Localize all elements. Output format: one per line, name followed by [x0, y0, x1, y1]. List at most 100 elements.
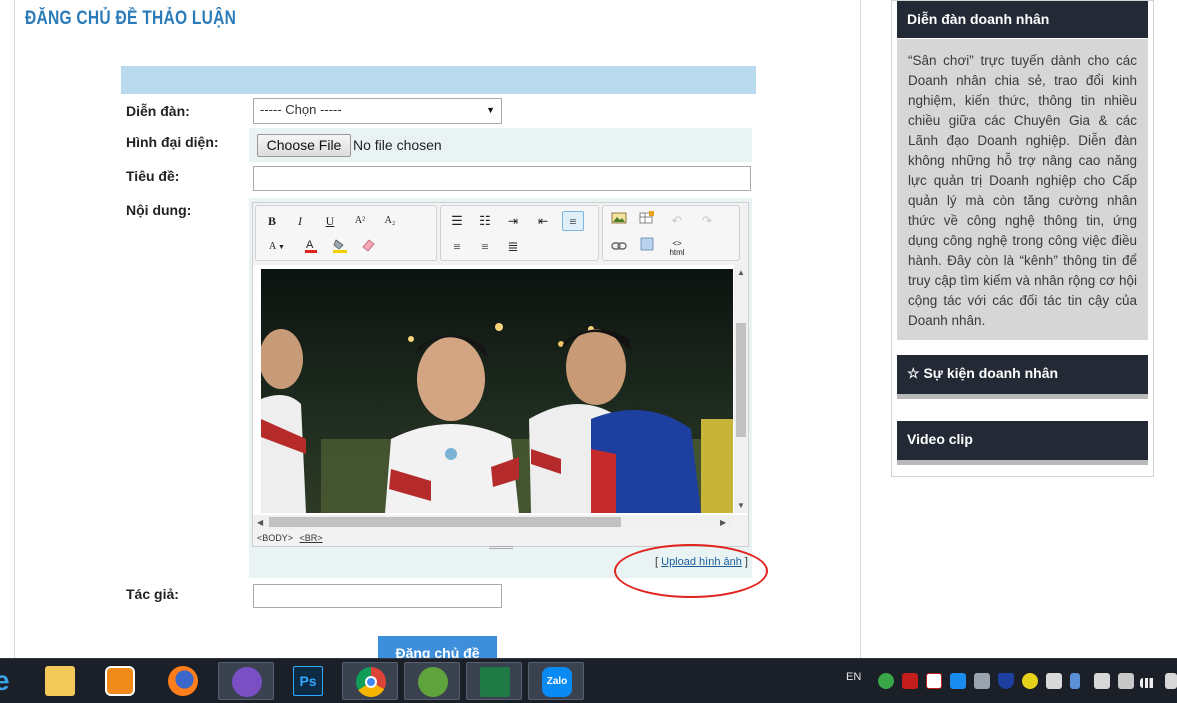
taskbar-viber[interactable]	[218, 662, 274, 700]
editor-resize-handle[interactable]	[489, 546, 513, 549]
tray-zalo-icon[interactable]	[950, 673, 966, 689]
insert-frame-button[interactable]	[636, 237, 658, 257]
insert-link-button[interactable]	[608, 237, 630, 257]
tray-shield-icon[interactable]	[998, 673, 1014, 689]
horizontal-scrollbar[interactable]: ◀ ▶	[253, 515, 733, 529]
font-size-dropdown[interactable]: A ▼	[261, 237, 293, 257]
taskbar-chrome[interactable]	[342, 662, 398, 700]
insert-image-button[interactable]	[608, 211, 630, 231]
outdent-button[interactable]: ⇤	[532, 211, 554, 231]
choose-file-button[interactable]: Choose File	[257, 134, 351, 157]
format-toolbar-group: B I U A² A₂ A ▼ A	[255, 205, 437, 261]
justify-button[interactable]: ≣	[502, 237, 524, 257]
content-label: Nội dung:	[126, 202, 192, 218]
taskbar-media-player[interactable]	[92, 662, 148, 700]
ie-icon[interactable]: e	[0, 667, 12, 695]
path-body-tag[interactable]: <BODY>	[257, 533, 293, 543]
tray-v-icon[interactable]	[926, 673, 942, 689]
taskbar-coccoc[interactable]	[404, 662, 460, 700]
image-icon	[611, 212, 627, 224]
forum-label: Diễn đàn:	[126, 103, 190, 119]
taskbar-zalo[interactable]: Zalo	[528, 662, 584, 700]
bulleted-list-button[interactable]: ☰	[446, 211, 468, 231]
taskbar-photoshop[interactable]: Ps	[280, 662, 336, 700]
indent-icon: ⇥	[507, 214, 519, 228]
coccoc-icon	[418, 667, 448, 697]
chrome-center	[365, 676, 377, 688]
highlight-color-button[interactable]	[329, 237, 351, 257]
avatar-label: Hình đại diện:	[126, 134, 219, 150]
underline-button[interactable]: U	[319, 211, 341, 231]
scroll-down-icon[interactable]: ▼	[737, 501, 745, 510]
scroll-right-icon[interactable]: ▶	[720, 518, 726, 527]
viber-icon	[232, 667, 262, 697]
author-input[interactable]	[253, 584, 502, 608]
title-input[interactable]	[253, 166, 751, 191]
taskbar-file-explorer[interactable]	[32, 662, 88, 700]
tray-network-icon[interactable]	[974, 673, 990, 689]
sidebar-heading-video[interactable]: Video clip	[897, 421, 1148, 460]
table-icon	[639, 211, 654, 224]
vertical-scrollbar[interactable]: ▲ ▼	[734, 265, 748, 513]
superscript-button[interactable]: A²	[349, 211, 371, 231]
font-color-icon: A	[305, 239, 317, 253]
tray-unikey-icon[interactable]	[1022, 673, 1038, 689]
author-label: Tác giả:	[126, 586, 179, 602]
path-br-tag[interactable]: <BR>	[300, 533, 323, 543]
form-header-bar	[121, 66, 756, 94]
zalo-icon: Zalo	[542, 667, 572, 697]
vertical-scroll-thumb[interactable]	[736, 323, 746, 437]
justify-icon: ≣	[507, 239, 519, 254]
photoshop-icon: Ps	[293, 666, 323, 696]
tray-app-icon[interactable]	[878, 673, 894, 689]
chrome-icon	[356, 667, 386, 697]
subscript-button[interactable]: A₂	[379, 211, 401, 231]
star-icon: ☆	[907, 365, 924, 381]
redo-button[interactable]: ↷	[696, 211, 718, 231]
font-color-button[interactable]: A	[300, 237, 322, 257]
bluetooth-icon[interactable]	[1070, 673, 1080, 689]
tray-adobe-icon[interactable]	[902, 673, 918, 689]
scroll-up-icon[interactable]: ▲	[737, 268, 745, 277]
sidebar-events-label: Sự kiện doanh nhân	[923, 365, 1059, 381]
title-label: Tiêu đề:	[126, 168, 180, 184]
tray-flag-icon[interactable]	[1094, 673, 1110, 689]
bold-button[interactable]: B	[261, 211, 283, 231]
align-center-button[interactable]: ≡	[446, 237, 468, 257]
signal-icon[interactable]	[1140, 678, 1156, 688]
redo-icon: ↷	[701, 213, 713, 228]
sidebar-heading-events[interactable]: ☆ Sự kiện doanh nhân	[897, 355, 1148, 394]
forum-select-value: ----- Chọn -----	[260, 102, 342, 117]
element-path-bar: <BODY> <BR>	[257, 533, 323, 543]
scroll-left-icon[interactable]: ◀	[257, 518, 263, 527]
sidebar-forum-description: “Sân chơi” trực tuyến dành cho các Doanh…	[897, 39, 1148, 340]
html-source-button[interactable]: <> html	[666, 237, 688, 257]
eraser-button[interactable]	[357, 237, 379, 257]
link-icon	[611, 242, 627, 250]
forum-select[interactable]: ----- Chọn ----- ▼	[253, 98, 502, 124]
indent-button[interactable]: ⇥	[502, 211, 524, 231]
undo-button[interactable]: ↶	[666, 211, 688, 231]
annotation-red-circle	[614, 544, 768, 598]
volume-icon[interactable]	[1165, 673, 1177, 689]
italic-button[interactable]: I	[289, 211, 311, 231]
taskbar-excel[interactable]	[466, 662, 522, 700]
insert-table-button[interactable]	[636, 211, 658, 231]
paragraph-toolbar-group: ☰ ☷ ⇥ ⇤ ≡ ≡ ≡ ≣	[440, 205, 599, 261]
tray-clipboard-icon[interactable]	[1118, 673, 1134, 689]
numbered-list-button[interactable]: ☷	[474, 211, 496, 231]
frame-icon	[640, 237, 654, 251]
media-player-icon	[105, 666, 135, 696]
language-indicator[interactable]: EN	[846, 671, 861, 683]
editor-container: B I U A² A₂ A ▼ A ☰ ☷ ⇥ ⇤ ≡ ≡ ≡ ≣ ↶ ↷ <>…	[249, 198, 752, 578]
editor-content-area[interactable]	[253, 265, 747, 515]
folder-icon	[45, 666, 75, 696]
outdent-icon: ⇤	[537, 214, 549, 228]
html-source-label: html	[669, 248, 685, 257]
football-players-photo	[261, 269, 733, 513]
align-right-button[interactable]: ≡	[474, 237, 496, 257]
taskbar-firefox[interactable]	[155, 662, 211, 700]
tray-security-icon[interactable]	[1046, 673, 1062, 689]
align-left-button[interactable]: ≡	[562, 211, 584, 231]
horizontal-scroll-thumb[interactable]	[269, 517, 621, 527]
